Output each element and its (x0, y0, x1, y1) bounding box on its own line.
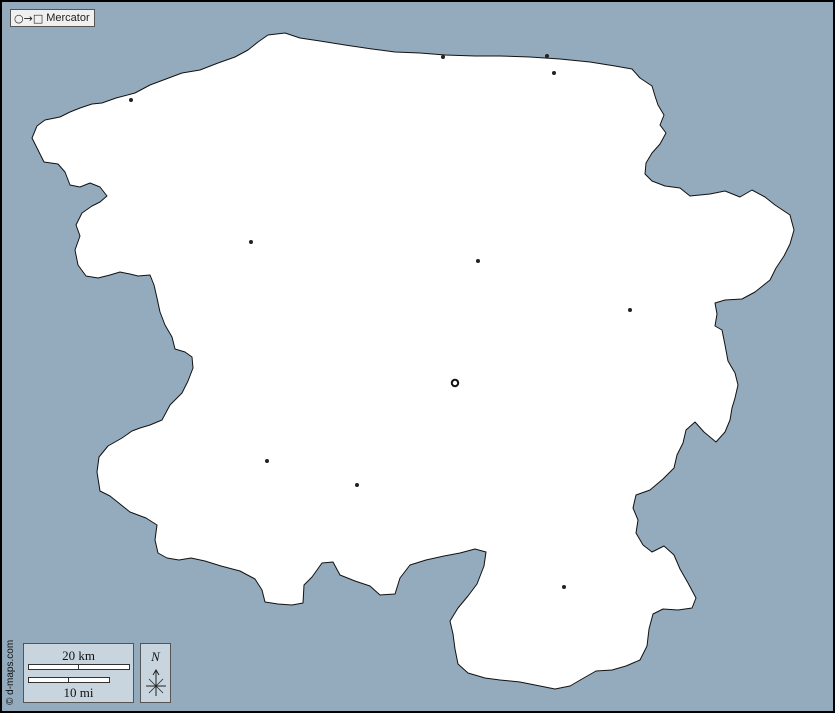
scale-km-label: 20 km (62, 648, 95, 663)
scale-mi-label: 10 mi (63, 685, 94, 700)
scale-bar-graphic (28, 664, 130, 683)
town-marker (545, 54, 549, 58)
projection-label-box: ○→□ Mercator (10, 9, 95, 27)
north-label: N (151, 649, 160, 664)
town-marker (552, 71, 556, 75)
map-credit: © d-maps.com (5, 639, 16, 705)
north-arrow-box: N (140, 643, 171, 703)
town-marker (476, 259, 480, 263)
town-marker (129, 98, 133, 102)
capital-marker (450, 378, 460, 388)
town-marker (265, 459, 269, 463)
town-marker (441, 55, 445, 59)
town-marker (355, 483, 359, 487)
map-canvas (0, 0, 835, 713)
town-marker (628, 308, 632, 312)
circle-to-square-icon: ○→□ (14, 11, 44, 25)
town-marker (249, 240, 253, 244)
scale-bar-box: 20 km 10 mi (23, 643, 134, 703)
town-marker (562, 585, 566, 589)
projection-label: Mercator (46, 12, 90, 24)
compass-icon (146, 669, 166, 696)
